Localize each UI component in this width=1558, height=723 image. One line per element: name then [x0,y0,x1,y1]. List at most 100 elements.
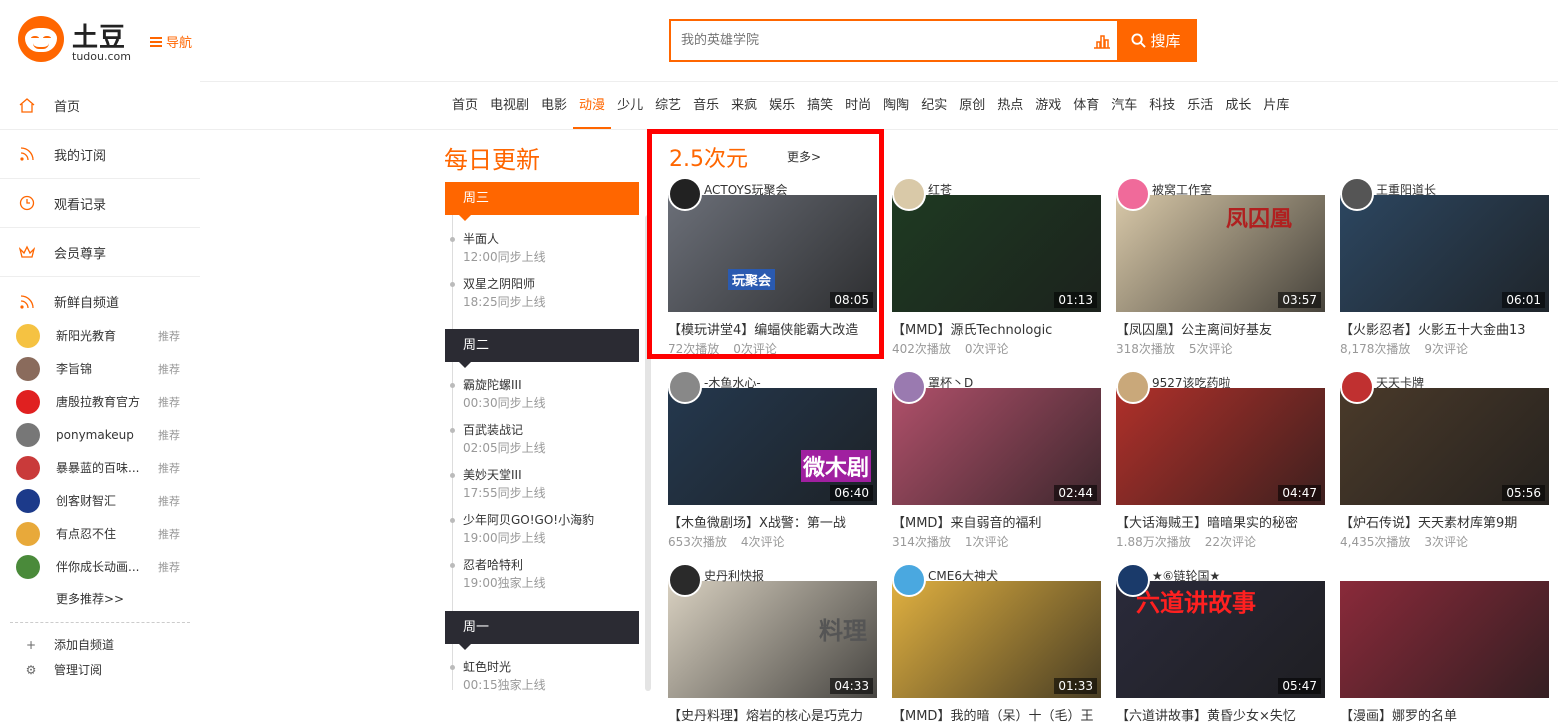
video-title[interactable]: 【大话海贼王】暗暗果实的秘密 [1116,512,1325,531]
video-card[interactable]: 01:13 红苍 【MMD】源氏Technologic 402次播放 0次评论 [892,177,1101,366]
search-button[interactable]: 搜库 [1117,21,1195,60]
video-thumbnail[interactable] [1340,581,1549,698]
video-title[interactable]: 【MMD】我的暗（呆）十（毛）王 [892,705,1101,723]
sidebar-item-subscriptions[interactable]: 我的订阅 [0,130,200,179]
video-title[interactable]: 【凤囚凰】公主离间好基友 [1116,319,1325,338]
video-thumbnail[interactable]: 01:13 [892,195,1101,312]
nav-tab[interactable]: 综艺 [649,82,687,129]
video-title[interactable]: 【MMD】源氏Technologic [892,319,1101,338]
video-duration: 01:13 [1054,292,1097,308]
video-card[interactable]: 02:44 罩杯丶D 【MMD】来自弱音的福利 314次播放 1次评论 [892,370,1101,559]
nav-menu-button[interactable]: 导航 [150,32,192,51]
uploader-name[interactable]: 天天卡牌 [1376,374,1424,391]
sidebar-channel-item[interactable]: 伴你成长动画... 推荐 [0,550,200,583]
sidebar-item-history[interactable]: 观看记录 [0,179,200,228]
uploader-name[interactable]: CME6大神犬 [928,567,998,584]
video-title[interactable]: 【火影忍者】火影五十大金曲13 [1340,319,1549,338]
uploader-avatar[interactable] [1116,370,1150,404]
uploader-avatar[interactable] [668,370,702,404]
sidebar-channel-item[interactable]: 唐殷拉教育官方 推荐 [0,385,200,418]
uploader-avatar[interactable] [1340,177,1374,211]
nav-tab[interactable]: 时尚 [839,82,877,129]
nav-tab[interactable]: 片库 [1257,82,1295,129]
video-card[interactable]: 六道讲故事 05:47 ★⑥链轮国★ 【六道讲故事】黄昏少女×失忆 [1116,563,1325,723]
video-thumbnail[interactable]: 料理 04:33 [668,581,877,698]
nav-tab[interactable]: 电影 [535,82,573,129]
sidebar-item-home[interactable]: 首页 [0,81,200,130]
uploader-name[interactable]: 红苍 [928,181,952,198]
nav-tab[interactable]: 科技 [1143,82,1181,129]
nav-tab[interactable]: 娱乐 [763,82,801,129]
video-thumbnail[interactable]: 05:56 [1340,388,1549,505]
video-title[interactable]: 【炉石传说】天天素材库第9期 [1340,512,1549,531]
manage-subscriptions-button[interactable]: ⚙ 管理订阅 [24,661,102,678]
sidebar-channel-item[interactable]: 有点忍不住 推荐 [0,517,200,550]
uploader-name[interactable]: 罩杯丶D [928,374,973,391]
video-title[interactable]: 【史丹料理】熔岩的核心是巧克力 [668,705,877,723]
video-thumbnail[interactable]: 02:44 [892,388,1101,505]
nav-tab[interactable]: 动漫 [573,82,612,129]
video-card[interactable]: 06:01 王重阳道长 【火影忍者】火影五十大金曲13 8,178次播放 9次评论 [1340,177,1549,366]
sidebar-channel-item[interactable]: 新阳光教育 推荐 [0,319,200,352]
video-thumbnail[interactable]: 凤囚凰 03:57 [1116,195,1325,312]
sidebar-channel-item[interactable]: ponymakeup 推荐 [0,418,200,451]
uploader-avatar[interactable] [892,177,926,211]
uploader-avatar[interactable] [1116,563,1150,597]
video-thumbnail[interactable]: 微木剧 06:40 [668,388,877,505]
video-title[interactable]: 【MMD】来自弱音的福利 [892,512,1101,531]
sidebar-channel-item[interactable]: 李旨锦 推荐 [0,352,200,385]
uploader-name[interactable]: 王重阳道长 [1376,181,1436,198]
video-thumbnail[interactable]: 六道讲故事 05:47 [1116,581,1325,698]
sidebar-channel-item[interactable]: 暴暴蓝的百味... 推荐 [0,451,200,484]
video-card[interactable]: 05:56 天天卡牌 【炉石传说】天天素材库第9期 4,435次播放 3次评论 [1340,370,1549,559]
uploader-name[interactable]: 被窝工作室 [1152,181,1212,198]
nav-tab[interactable]: 首页 [446,82,484,129]
nav-tab[interactable]: 原创 [953,82,991,129]
nav-tab[interactable]: 游戏 [1029,82,1067,129]
day-tab[interactable]: 周一 [445,611,639,650]
nav-tab[interactable]: 来疯 [725,82,763,129]
video-card[interactable]: 01:33 CME6大神犬【MMD】我的暗（呆）十（毛）王 [892,563,1101,723]
uploader-name[interactable]: 史丹利快报 [704,567,764,584]
uploader-name[interactable]: -木鱼水心- [704,374,761,391]
nav-tab[interactable]: 搞笑 [801,82,839,129]
uploader-avatar[interactable] [892,370,926,404]
day-tab[interactable]: 周三 [445,182,639,221]
nav-tab[interactable]: 音乐 [687,82,725,129]
video-card[interactable]: 料理 04:33 史丹利快报【史丹料理】熔岩的核心是巧克力 [668,563,877,723]
uploader-avatar[interactable] [668,563,702,597]
nav-tab[interactable]: 汽车 [1105,82,1143,129]
nav-tab[interactable]: 乐活 [1181,82,1219,129]
tudou-logo[interactable]: 土豆 tudou.com [18,16,138,64]
nav-tab[interactable]: 成长 [1219,82,1257,129]
video-title[interactable]: 【漫画】娜罗的名单 [1340,705,1549,723]
nav-tab[interactable]: 体育 [1067,82,1105,129]
nav-tab[interactable]: 少儿 [611,82,649,129]
nav-tab[interactable]: 热点 [991,82,1029,129]
nav-tab[interactable]: 陶陶 [877,82,915,129]
video-thumbnail[interactable]: 01:33 [892,581,1101,698]
sidebar-channel-item[interactable]: 创客财智汇 推荐 [0,484,200,517]
video-title[interactable]: 【木鱼微剧场】X战警：第一战 [668,512,877,531]
add-channel-button[interactable]: + 添加自频道 [24,636,114,653]
ranking-chart-icon[interactable] [1087,21,1117,60]
uploader-name[interactable]: ★⑥链轮国★ [1152,567,1220,584]
sidebar-item-vip[interactable]: 会员尊享 [0,228,200,277]
search-input[interactable] [671,21,1087,60]
uploader-avatar[interactable] [668,177,702,211]
nav-tab[interactable]: 纪实 [915,82,953,129]
video-thumbnail[interactable]: 04:47 [1116,388,1325,505]
video-card[interactable]: 凤囚凰 03:57 被窝工作室 【凤囚凰】公主离间好基友 318次播放 5次评论 [1116,177,1325,366]
video-card[interactable]: 04:47 9527该吃药啦 【大话海贼王】暗暗果实的秘密 1.88万次播放 22次评论 [1116,370,1325,559]
day-tab[interactable]: 周二 [445,329,639,368]
video-card[interactable]: 【漫画】娜罗的名单 [1340,567,1549,723]
uploader-avatar[interactable] [892,563,926,597]
uploader-avatar[interactable] [1116,177,1150,211]
video-card[interactable]: 微木剧 06:40 -木鱼水心- 【木鱼微剧场】X战警：第一战 653次播放 4次评论 [668,370,877,559]
uploader-avatar[interactable] [1340,370,1374,404]
video-thumbnail[interactable]: 06:01 [1340,195,1549,312]
more-recommendations-link[interactable]: 更多推荐>> [56,590,124,607]
nav-tab[interactable]: 电视剧 [484,82,535,129]
uploader-name[interactable]: 9527该吃药啦 [1152,374,1231,391]
video-title[interactable]: 【六道讲故事】黄昏少女×失忆 [1116,705,1325,723]
